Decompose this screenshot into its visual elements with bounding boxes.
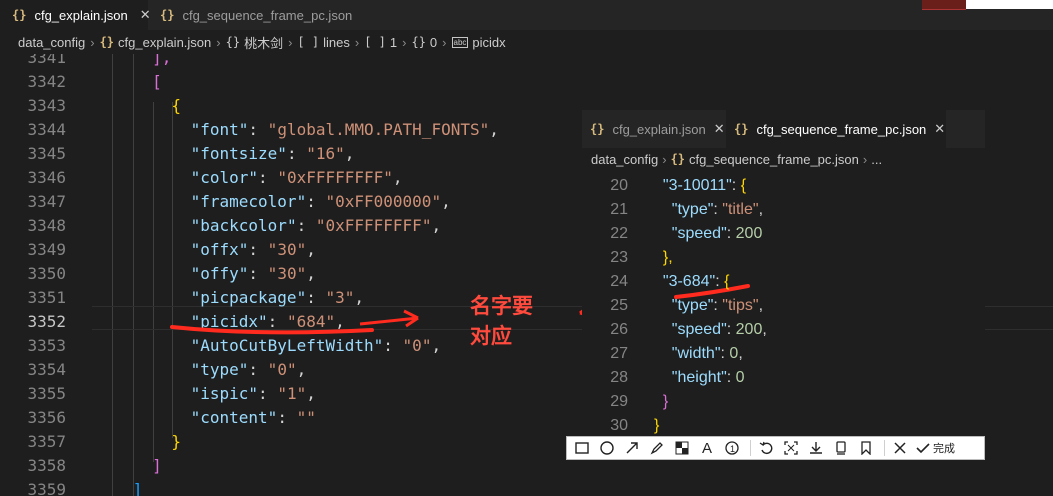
number-icon[interactable]: 1 [721, 437, 743, 459]
crop-icon[interactable] [780, 437, 802, 459]
code-line: 26 "speed": 200, [582, 318, 985, 342]
screenshot-toolbar: A 1 完成 [566, 436, 985, 460]
code-text: "type": "title", [654, 198, 763, 222]
line-number: 30 [610, 417, 628, 434]
undo-icon[interactable] [755, 437, 777, 459]
code-text: "3-10011": { [654, 174, 746, 198]
colon: : [726, 369, 736, 386]
line-number: 28 [610, 369, 628, 386]
json-number: 200 [735, 321, 763, 338]
confirm-button[interactable]: 完成 [916, 440, 955, 456]
arrow-icon[interactable] [621, 437, 643, 459]
comma: , [758, 201, 764, 218]
code-line: 21 "type": "title", [582, 198, 985, 222]
code-text: }, [654, 246, 673, 270]
json-key: speed [677, 225, 722, 242]
mosaic-icon[interactable] [671, 437, 693, 459]
comma: , [738, 345, 743, 362]
json-string: title [727, 201, 753, 218]
done-label: 完成 [933, 443, 955, 455]
colon: : [726, 321, 736, 338]
code-text: } [654, 390, 668, 414]
json-key: speed [677, 321, 722, 338]
colon: : [713, 201, 723, 218]
code-line: 25 "type": "tips", [582, 294, 985, 318]
code-line: 24 "3-684": { [582, 270, 985, 294]
json-key: type [677, 201, 708, 218]
code-text: "speed": 200 [654, 222, 763, 246]
line-number: 22 [610, 225, 628, 242]
comma: , [762, 321, 767, 338]
cancel-icon[interactable] [889, 437, 911, 459]
code-line: 22 "speed": 200 [582, 222, 985, 246]
code-text: "width": 0, [654, 342, 743, 366]
underline-stroke [170, 325, 374, 335]
text-icon[interactable]: A [696, 437, 718, 459]
line-number: 29 [610, 393, 628, 410]
json-key: type [677, 297, 708, 314]
annotation-line: 对应 [470, 325, 512, 348]
confirm-icon [916, 443, 930, 454]
line-number: 20 [610, 177, 628, 194]
line-number: 27 [610, 345, 628, 362]
annotation-line: 名字要 [470, 295, 533, 318]
code-line: 27 "width": 0, [582, 342, 985, 366]
annotation-text: 名字要 对应 [470, 292, 533, 352]
overlay-editor-snapshot: {} cfg_explain.json ✕ {} cfg_sequence_fr… [582, 110, 985, 438]
json-number: 0 [735, 369, 745, 386]
bracket: }, [662, 249, 673, 266]
comma: , [758, 297, 764, 314]
code-line: 23 }, [582, 246, 985, 270]
json-key: 3-10011 [668, 177, 727, 194]
toolbar-divider [750, 440, 751, 456]
bracket: { [724, 273, 730, 290]
line-number: 25 [610, 297, 628, 314]
code-line: 29 } [582, 390, 985, 414]
json-number: 0 [729, 345, 739, 362]
line-number: 23 [610, 249, 628, 266]
colon: : [715, 273, 725, 290]
pen-icon[interactable] [646, 437, 668, 459]
json-key: 3-684 [668, 273, 710, 290]
json-key: height [677, 369, 722, 386]
colon: : [726, 225, 736, 242]
code-text: "3-684": { [654, 270, 730, 294]
code-text: "height": 0 [654, 366, 745, 390]
json-number: 200 [735, 225, 763, 242]
bracket: { [740, 177, 747, 194]
colon: : [713, 297, 723, 314]
pin-icon[interactable] [830, 437, 852, 459]
bracket: } [654, 417, 660, 434]
line-number: 24 [610, 273, 628, 290]
rectangle-icon[interactable] [571, 437, 593, 459]
toolbar-divider [884, 440, 885, 456]
download-icon[interactable] [805, 437, 827, 459]
code-text: "speed": 200, [654, 318, 767, 342]
svg-text:1: 1 [730, 444, 735, 454]
json-key: width [677, 345, 715, 362]
code-line: 30} [582, 414, 985, 438]
bracket: } [662, 393, 669, 410]
json-string: tips [727, 297, 753, 314]
code-line: 20 "3-10011": { [582, 174, 985, 198]
ellipse-icon[interactable] [596, 437, 618, 459]
line-number: 26 [610, 321, 628, 338]
code-text: "type": "tips", [654, 294, 763, 318]
bookmark-icon[interactable] [855, 437, 877, 459]
code-line: 28 "height": 0 [582, 366, 985, 390]
colon: : [731, 177, 741, 194]
line-number: 21 [610, 201, 628, 218]
code-text: } [654, 414, 659, 438]
